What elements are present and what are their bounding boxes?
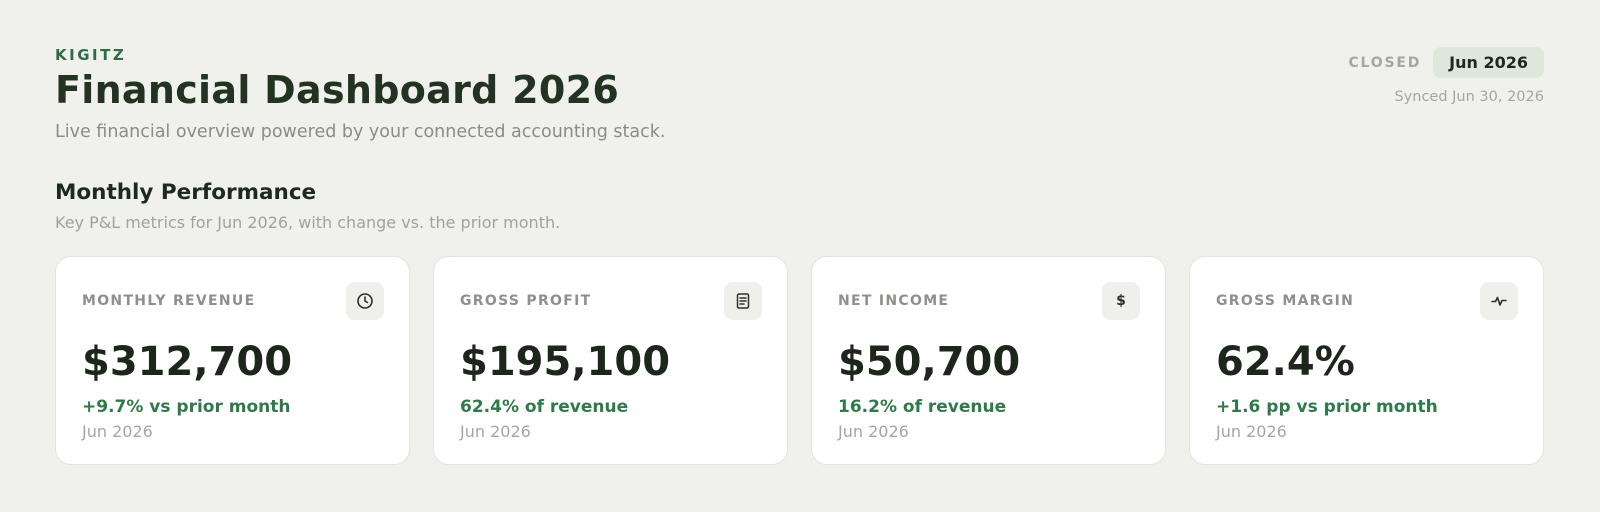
clock-icon [346, 282, 384, 320]
closed-status-label: CLOSED [1348, 54, 1422, 71]
kpi-value: $50,700 [838, 339, 1021, 385]
section-subtitle: Key P&L metrics for Jun 2026, with chang… [55, 213, 561, 232]
kpi-period: Jun 2026 [1216, 422, 1287, 441]
kpi-delta: +9.7% vs prior month [82, 397, 291, 417]
kpi-delta: 62.4% of revenue [460, 397, 629, 417]
activity-icon [1480, 282, 1518, 320]
kpi-card-gross-profit[interactable]: GROSS PROFIT $195,100 62.4% of revenue J… [433, 256, 788, 465]
kpi-card-monthly-revenue[interactable]: MONTHLY REVENUE $312,700 +9.7% vs prior … [55, 256, 410, 465]
page-subtitle: Live financial overview powered by your … [55, 122, 666, 142]
kpi-delta: 16.2% of revenue [838, 397, 1007, 417]
dollar-glyph: $ [1116, 293, 1126, 309]
brand-name: KIGITZ [55, 46, 127, 64]
kpi-period: Jun 2026 [82, 422, 153, 441]
kpi-value: $195,100 [460, 339, 671, 385]
dollar-icon: $ [1102, 282, 1140, 320]
kpi-delta: +1.6 pp vs prior month [1216, 397, 1438, 417]
kpi-label: MONTHLY REVENUE [82, 293, 256, 309]
period-badge[interactable]: Jun 2026 [1433, 47, 1544, 78]
page-title: Financial Dashboard 2026 [55, 68, 620, 112]
kpi-period: Jun 2026 [838, 422, 909, 441]
sync-timestamp: Synced Jun 30, 2026 [1394, 89, 1544, 105]
section-title: Monthly Performance [55, 180, 317, 205]
kpi-card-net-income[interactable]: NET INCOME $ $50,700 16.2% of revenue Ju… [811, 256, 1166, 465]
kpi-value: $312,700 [82, 339, 293, 385]
kpi-card-gross-margin[interactable]: GROSS MARGIN 62.4% +1.6 pp vs prior mont… [1189, 256, 1544, 465]
kpi-label: GROSS PROFIT [460, 293, 592, 309]
kpi-label: GROSS MARGIN [1216, 293, 1355, 309]
kpi-cards: MONTHLY REVENUE $312,700 +9.7% vs prior … [55, 256, 1544, 465]
kpi-value: 62.4% [1216, 339, 1355, 385]
kpi-period: Jun 2026 [460, 422, 531, 441]
document-icon [724, 282, 762, 320]
dashboard-page: KIGITZ Financial Dashboard 2026 Live fin… [0, 0, 1600, 512]
kpi-label: NET INCOME [838, 293, 950, 309]
period-status: CLOSED Jun 2026 [1348, 47, 1544, 78]
